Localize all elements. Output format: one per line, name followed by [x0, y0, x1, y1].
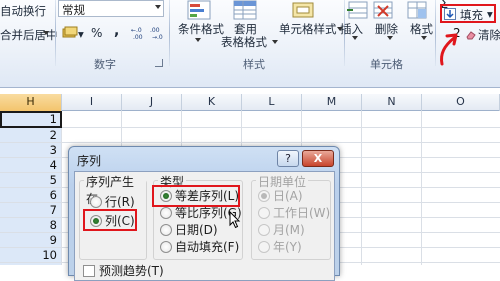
merge-center-button[interactable]: 合并后居中 — [0, 27, 58, 43]
column-header-j[interactable]: J — [122, 94, 182, 111]
chevron-down-icon[interactable] — [352, 36, 358, 40]
radio-icon[interactable] — [90, 196, 102, 208]
column-header-m[interactable]: M — [302, 94, 362, 111]
chevron-down-icon[interactable] — [155, 5, 161, 9]
date-unit-legend: 日期单位 — [256, 173, 309, 190]
decrease-decimal-button[interactable]: .00 →.0 — [150, 26, 166, 41]
fill-dropdown-arrow[interactable]: ▾ — [487, 7, 493, 21]
active-cell-outline — [0, 111, 62, 128]
ribbon: 自动换行 合并后居中 常规 ▾ % , ←.0.00 .00 →.0 数字 条件格… — [0, 0, 500, 88]
checkbox-label: 预测趋势(T) — [99, 264, 164, 278]
chevron-down-icon[interactable] — [195, 38, 201, 42]
fill-down-icon[interactable] — [444, 8, 456, 20]
wrap-text-button[interactable]: 自动换行 — [0, 3, 46, 19]
cell-h-value[interactable]: 7 — [0, 203, 61, 218]
svg-text:←.0: ←.0 — [131, 27, 142, 34]
chevron-down-icon[interactable] — [387, 36, 393, 40]
conditional-format-button[interactable]: 条件格式 — [178, 21, 224, 37]
radio-label: 年(Y) — [273, 240, 302, 254]
cell-h-value[interactable]: 3 — [0, 143, 61, 158]
cell-h-value[interactable]: 5 — [0, 173, 61, 188]
cell-h-value[interactable]: 4 — [0, 158, 61, 173]
svg-text:.00: .00 — [133, 34, 143, 40]
insert-button[interactable]: 插入 — [340, 21, 363, 37]
column-header-i[interactable]: I — [62, 94, 122, 111]
radio-icon[interactable] — [258, 224, 270, 236]
radio-date[interactable]: 日期(D) — [160, 223, 218, 237]
radio-day[interactable]: 日(A) — [258, 189, 303, 203]
currency-dropdown-arrow[interactable]: ▾ — [78, 27, 84, 41]
radio-year[interactable]: 年(Y) — [258, 240, 302, 254]
close-button[interactable]: X — [302, 150, 334, 167]
cells-group-label: 单元格 — [370, 58, 403, 71]
currency-button[interactable] — [62, 26, 78, 40]
help-button[interactable]: ? — [277, 150, 299, 167]
column-header-h[interactable]: H — [0, 94, 62, 111]
cell-h-value[interactable]: 2 — [0, 128, 61, 143]
column-header-o[interactable]: O — [422, 94, 500, 111]
radio-icon[interactable] — [160, 224, 172, 236]
number-format-combo[interactable]: 常规 — [58, 0, 164, 17]
radio-icon[interactable] — [160, 207, 172, 219]
comma-style-button[interactable]: , — [114, 23, 119, 39]
radio-icon[interactable] — [160, 241, 172, 253]
series-in-group: 序列产生在 行(R) 列(C) — [79, 173, 147, 260]
trend-checkbox[interactable]: 预测趋势(T) — [83, 264, 164, 278]
cell-h-value[interactable]: 10 — [0, 248, 61, 263]
series-dialog[interactable]: 序列 ? X 序列产生在 行(R) 列(C) 类型 等差序列(L) 等比序列(G… — [68, 146, 340, 281]
checkbox-icon[interactable] — [83, 265, 95, 277]
dialog-title: 序列 — [77, 154, 102, 168]
column-header-k[interactable]: K — [182, 94, 242, 111]
radio-autofill[interactable]: 自动填充(F) — [160, 240, 239, 254]
radio-label: 日期(D) — [175, 223, 218, 237]
dialog-launcher-icon[interactable] — [155, 59, 163, 67]
column-header-n[interactable]: N — [362, 94, 422, 111]
percent-button[interactable]: % — [91, 26, 102, 40]
radio-label: 工作日(W) — [273, 206, 331, 220]
clear-button[interactable]: 清除 — [478, 27, 500, 43]
number-group-label: 数字 — [94, 58, 116, 71]
radio-icon[interactable] — [258, 207, 270, 219]
column-headers: H I J K L M N O — [0, 94, 500, 111]
svg-text:→.0: →.0 — [152, 34, 163, 40]
column-header-l[interactable]: L — [242, 94, 302, 111]
red-arrow-annotation — [424, 30, 464, 66]
styles-group-label: 样式 — [243, 58, 265, 71]
cell-h-value[interactable]: 6 — [0, 188, 61, 203]
date-unit-group: 日期单位 日(A) 工作日(W) 月(M) 年(Y) — [251, 173, 331, 260]
mouse-cursor-icon — [229, 210, 241, 229]
increase-decimal-button[interactable]: ←.0.00 — [131, 26, 147, 41]
radio-month[interactable]: 月(M) — [258, 223, 305, 237]
radio-label: 自动填充(F) — [175, 240, 240, 254]
chevron-down-icon[interactable] — [43, 31, 49, 35]
radio-icon[interactable] — [258, 241, 270, 253]
highlight-box-columns — [83, 209, 137, 231]
delete-button[interactable]: 删除 — [375, 21, 398, 37]
radio-label: 行(R) — [105, 195, 135, 209]
highlight-box-linear — [152, 185, 240, 207]
radio-label: 日(A) — [273, 189, 303, 203]
cell-h-value[interactable]: 9 — [0, 233, 61, 248]
svg-text:.00: .00 — [150, 27, 160, 34]
cell-h-value[interactable]: 8 — [0, 218, 61, 233]
fill-button[interactable]: 填充 — [460, 7, 483, 23]
number-format-value: 常规 — [62, 3, 85, 17]
eraser-icon[interactable] — [466, 29, 476, 40]
format-as-table-button[interactable]: 表格格式 — [221, 34, 267, 50]
cell-styles-button[interactable]: 单元格样式 — [279, 21, 337, 37]
radio-rows[interactable]: 行(R) — [90, 195, 135, 209]
radio-icon[interactable] — [258, 190, 270, 202]
radio-label: 月(M) — [273, 223, 305, 237]
radio-weekday[interactable]: 工作日(W) — [258, 206, 330, 220]
chevron-down-icon[interactable] — [272, 40, 278, 44]
